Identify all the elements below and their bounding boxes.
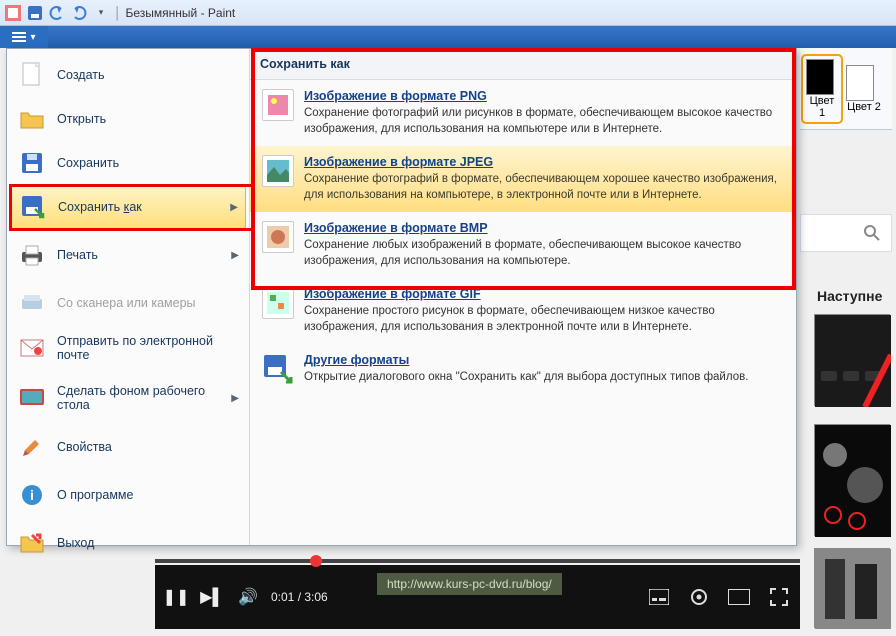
volume-button[interactable]: 🔊 bbox=[235, 584, 261, 610]
menu-item-save-as[interactable]: Сохранить как ▶ bbox=[10, 185, 246, 229]
jpeg-icon bbox=[262, 155, 294, 187]
format-desc: Сохранение любых изображений в формате, … bbox=[304, 238, 784, 269]
undo-icon[interactable] bbox=[48, 4, 66, 22]
format-title: Изображение в формате PNG bbox=[304, 89, 784, 103]
search-box[interactable] bbox=[800, 214, 892, 252]
subtitles-button[interactable] bbox=[646, 584, 672, 610]
menu-item-label: Отправить по электронной почте bbox=[57, 334, 239, 362]
menu-item-label: Свойства bbox=[57, 440, 112, 454]
menu-item-save[interactable]: Сохранить bbox=[7, 141, 249, 185]
fullscreen-button[interactable] bbox=[766, 584, 792, 610]
menu-item-wallpaper[interactable]: Сделать фоном рабочего стола ▶ bbox=[7, 375, 249, 421]
video-player: ❚❚ ▶▌ 🔊 0:01 / 3:06 http://www.kurs-pc-d… bbox=[155, 565, 800, 629]
pause-button[interactable]: ❚❚ bbox=[163, 584, 189, 610]
format-title: Изображение в формате JPEG bbox=[304, 155, 784, 169]
settings-button[interactable] bbox=[686, 584, 712, 610]
menu-item-properties[interactable]: Свойства bbox=[7, 425, 249, 469]
format-item-gif[interactable]: Изображение в формате GIF Сохранение про… bbox=[250, 278, 796, 344]
gif-icon bbox=[262, 287, 294, 319]
png-icon bbox=[262, 89, 294, 121]
format-title: Изображение в формате BMP bbox=[304, 221, 784, 235]
menu-item-label: Сохранить как bbox=[58, 200, 142, 214]
save-icon bbox=[19, 150, 45, 176]
color1-label: Цвет 1 bbox=[806, 95, 838, 119]
wallpaper-icon bbox=[19, 385, 45, 411]
chevron-right-icon: ▶ bbox=[231, 393, 239, 404]
menu-item-label: Открыть bbox=[57, 112, 106, 126]
ribbon-tabs: ▾ bbox=[0, 26, 896, 48]
print-icon bbox=[19, 242, 45, 268]
menu-item-about[interactable]: i О программе bbox=[7, 473, 249, 517]
saveas-icon bbox=[20, 194, 46, 220]
redo-icon[interactable] bbox=[70, 4, 88, 22]
sidebar-thumb-2[interactable] bbox=[814, 424, 890, 536]
titlebar-separator: │ bbox=[114, 6, 122, 20]
video-progress-bar[interactable] bbox=[155, 559, 800, 563]
file-menu-left: Создать Открыть Сохранить Сохранить как … bbox=[7, 49, 250, 545]
menu-item-label: Выход bbox=[57, 536, 94, 550]
other-formats-icon bbox=[262, 353, 294, 385]
search-icon bbox=[863, 224, 881, 242]
format-desc: Сохранение фотографий в формате, обеспеч… bbox=[304, 172, 784, 203]
saveas-submenu: Сохранить как Изображение в формате PNG … bbox=[250, 49, 796, 545]
open-icon bbox=[19, 106, 45, 132]
menu-item-label: Со сканера или камеры bbox=[57, 296, 196, 310]
about-icon: i bbox=[19, 482, 45, 508]
new-icon bbox=[19, 62, 45, 88]
titlebar: ▾ │ Безымянный - Paint bbox=[0, 0, 896, 26]
ribbon-colors-group: Цвет 1 Цвет 2 bbox=[800, 48, 892, 130]
format-title: Другие форматы bbox=[304, 353, 784, 367]
format-desc: Сохранение фотографий или рисунков в фор… bbox=[304, 106, 784, 137]
format-item-other[interactable]: Другие форматы Открытие диалогового окна… bbox=[250, 344, 796, 395]
save-icon[interactable] bbox=[26, 4, 44, 22]
file-menu-panel: Создать Открыть Сохранить Сохранить как … bbox=[6, 48, 797, 546]
format-title: Изображение в формате GIF bbox=[304, 287, 784, 301]
menu-item-label: Создать bbox=[57, 68, 105, 82]
quick-access-toolbar: ▾ bbox=[4, 4, 110, 22]
properties-icon bbox=[19, 434, 45, 460]
window-title: Безымянный - Paint bbox=[126, 6, 236, 20]
qat-dropdown-icon[interactable]: ▾ bbox=[92, 4, 110, 22]
video-time: 0:01 / 3:06 bbox=[271, 590, 328, 604]
format-item-bmp[interactable]: Изображение в формате BMP Сохранение люб… bbox=[250, 212, 796, 278]
svg-text:i: i bbox=[30, 487, 34, 503]
chevron-down-icon: ▾ bbox=[30, 32, 35, 43]
menu-item-new[interactable]: Создать bbox=[7, 53, 249, 97]
menu-icon bbox=[12, 32, 26, 42]
video-url-overlay: http://www.kurs-pc-dvd.ru/blog/ bbox=[377, 573, 562, 595]
format-desc: Открытие диалогового окна "Сохранить как… bbox=[304, 370, 784, 386]
menu-item-scanner: Со сканера или камеры bbox=[7, 281, 249, 325]
format-item-png[interactable]: Изображение в формате PNG Сохранение фот… bbox=[250, 80, 796, 146]
sidebar-thumb-3[interactable] bbox=[814, 548, 890, 628]
chevron-right-icon: ▶ bbox=[231, 250, 239, 261]
exit-icon bbox=[19, 530, 45, 556]
menu-item-email[interactable]: Отправить по электронной почте bbox=[7, 325, 249, 371]
scanner-icon bbox=[19, 290, 45, 316]
video-progress-knob[interactable] bbox=[310, 555, 322, 567]
menu-item-label: Сделать фоном рабочего стола bbox=[57, 384, 219, 412]
menu-item-label: О программе bbox=[57, 488, 133, 502]
sidebar-thumb-1[interactable] bbox=[814, 314, 890, 406]
menu-item-print[interactable]: Печать ▶ bbox=[7, 233, 249, 277]
sidebar-next-title: Наступне bbox=[817, 288, 882, 304]
menu-item-label: Сохранить bbox=[57, 156, 119, 170]
app-icon bbox=[4, 4, 22, 22]
format-list: Изображение в формате PNG Сохранение фот… bbox=[250, 80, 796, 545]
color2-label: Цвет 2 bbox=[846, 101, 882, 113]
bmp-icon bbox=[262, 221, 294, 253]
mail-icon bbox=[19, 335, 45, 361]
format-desc: Сохранение простого рисунок в формате, о… bbox=[304, 304, 784, 335]
color1-button[interactable]: Цвет 1 bbox=[804, 57, 840, 121]
saveas-header: Сохранить как bbox=[250, 49, 796, 80]
menu-item-label: Печать bbox=[57, 248, 98, 262]
format-item-jpeg[interactable]: Изображение в формате JPEG Сохранение фо… bbox=[250, 146, 796, 212]
chevron-right-icon: ▶ bbox=[230, 202, 238, 213]
next-button[interactable]: ▶▌ bbox=[199, 584, 225, 610]
theater-button[interactable] bbox=[726, 584, 752, 610]
file-menu-button[interactable]: ▾ bbox=[0, 26, 48, 48]
menu-item-open[interactable]: Открыть bbox=[7, 97, 249, 141]
color2-button[interactable]: Цвет 2 bbox=[846, 65, 882, 113]
